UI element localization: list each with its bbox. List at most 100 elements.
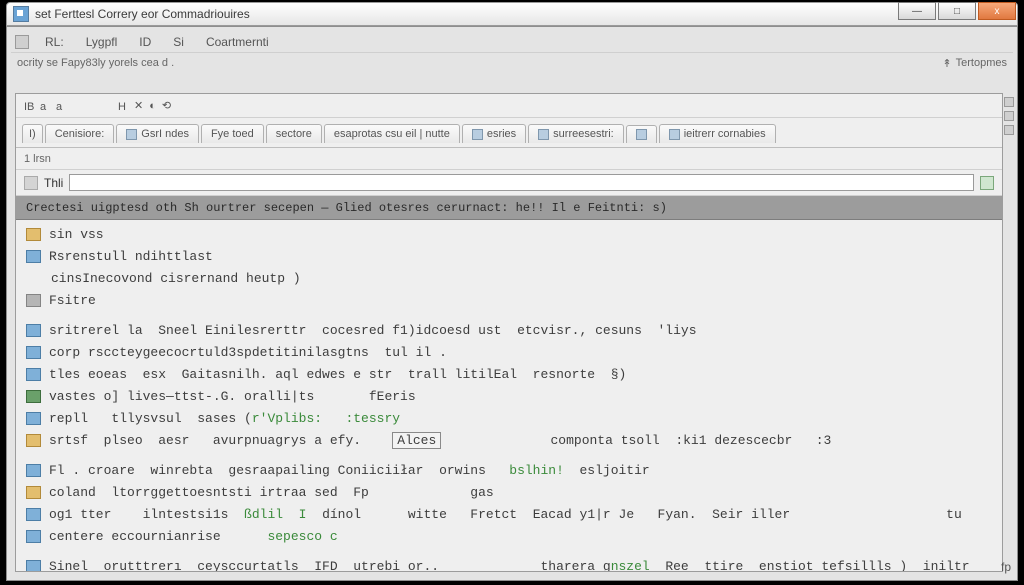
- tab[interactable]: Fye toed: [201, 124, 264, 143]
- file-icon: [26, 464, 41, 477]
- file-icon: [26, 346, 41, 359]
- file-icon: [26, 250, 41, 263]
- tab[interactable]: GsrI ndes: [116, 124, 199, 143]
- search-icon[interactable]: [24, 176, 38, 190]
- list-item[interactable]: sin vss: [16, 224, 1002, 246]
- list-item[interactable]: [16, 548, 1002, 556]
- maximize-button[interactable]: □: [938, 2, 976, 20]
- file-icon: [26, 390, 41, 403]
- tab[interactable]: sectore: [266, 124, 322, 143]
- file-icon: [26, 486, 41, 499]
- close-icon[interactable]: ✕: [134, 99, 143, 112]
- toolbar-button[interactable]: ⟲: [162, 99, 171, 112]
- list-item[interactable]: Rsrenstull ndihttlast: [16, 246, 1002, 268]
- list-item-text: tles eoeas esx Gaitasnilh. aql edwes e s…: [49, 366, 626, 384]
- tab-icon: [669, 129, 680, 140]
- file-icon: [26, 324, 41, 337]
- list-item[interactable]: centere eccournianrise sepesco c: [16, 526, 1002, 548]
- app-icon: [13, 6, 29, 22]
- list-item[interactable]: corp rsccteygeecocrtuld3spdetitinilasgtn…: [16, 342, 1002, 364]
- file-icon: [26, 560, 41, 571]
- tab[interactable]: I): [22, 124, 43, 143]
- toolbar: IB a a H ✕ ◐ ⟲: [16, 94, 1002, 118]
- list-item[interactable]: [16, 452, 1002, 460]
- window-title: set Ferttesl Correry eor Commadriouires: [35, 7, 250, 21]
- menu-item[interactable]: RL:: [39, 34, 70, 50]
- toolbar-button[interactable]: IB: [24, 101, 34, 111]
- file-icon: [26, 294, 41, 307]
- side-button[interactable]: [1004, 125, 1014, 135]
- tab-icon: [538, 129, 549, 140]
- tab[interactable]: ieitrerr cornabies: [659, 124, 776, 143]
- list-item-text: sritrerel la Sneel Einilesrerttr cocesre…: [49, 322, 697, 340]
- minimize-button[interactable]: —: [898, 2, 936, 20]
- list-item-text: corp rsccteygeecocrtuld3spdetitinilasgtn…: [49, 344, 447, 362]
- search-input[interactable]: [69, 174, 974, 191]
- info-left: ocrity se Fapy83ly yorels cea d .: [17, 57, 174, 69]
- toolbar-button[interactable]: ◐: [149, 100, 156, 112]
- file-icon: [26, 508, 41, 521]
- list-item[interactable]: Fl . croare winrebta gesraapailing Conii…: [16, 460, 1002, 482]
- list-item-text: repll tllysvsul sases (r'Vplibs: :tessry: [49, 410, 400, 428]
- screen: set Ferttesl Correry eor Commadriouires …: [0, 0, 1024, 585]
- tab[interactable]: esaprotas csu eil | nutte: [324, 124, 460, 143]
- side-button[interactable]: [1004, 111, 1014, 121]
- tab[interactable]: [626, 125, 657, 143]
- list-item[interactable]: repll tllysvsul sases (r'Vplibs: :tessry: [16, 408, 1002, 430]
- tab[interactable]: surreesestri:: [528, 124, 624, 143]
- menu-item[interactable]: Coartmernti: [200, 34, 275, 50]
- filter-icon[interactable]: [980, 176, 994, 190]
- search-label: Thli: [44, 176, 63, 190]
- toolbar-button[interactable]: a: [40, 101, 50, 111]
- status-corner: fp: [1001, 560, 1011, 574]
- sub-label: 1 lrsn: [24, 153, 51, 165]
- list-item[interactable]: og1 tter ilntestsi1s ßdlil I dínol witte…: [16, 504, 1002, 526]
- file-icon: [26, 434, 41, 447]
- tab[interactable]: Cenisiore:: [45, 124, 115, 143]
- window-controls: — □ x: [898, 2, 1016, 20]
- file-icon: [26, 530, 41, 543]
- menu-item[interactable]: Si: [167, 34, 190, 50]
- toolbar-button[interactable]: a: [56, 101, 66, 111]
- list-item[interactable]: cinsInecovond cisrernand heutp ): [16, 268, 1002, 290]
- title-bar[interactable]: set Ferttesl Correry eor Commadriouires: [6, 2, 1018, 26]
- tab-icon: [636, 129, 647, 140]
- list-item-text: og1 tter ilntestsi1s ßdlil I dínol witte…: [49, 506, 962, 524]
- list-item-text: Sinel orutttrerı ceysccurtatls IFD utreb…: [49, 558, 970, 571]
- menu-item[interactable]: Lygpfl: [80, 34, 124, 50]
- toolbar-button[interactable]: H: [118, 101, 128, 111]
- column-header[interactable]: Crectesi uigptesd oth Sh ourtrer secepen…: [16, 196, 1002, 220]
- list-item-text: cinsInecovond cisrernand heutp ): [51, 270, 301, 288]
- side-button[interactable]: [1004, 97, 1014, 107]
- main-panel: IB a a H ✕ ◐ ⟲ I) Cenisiore: GsrI ndes F…: [15, 93, 1003, 572]
- list-item-text: vastes o] lives—ttst-.G. oralli|ts fEeri…: [49, 388, 416, 406]
- close-button[interactable]: x: [978, 2, 1016, 20]
- list-item[interactable]: vastes o] lives—ttst-.G. oralli|ts fEeri…: [16, 386, 1002, 408]
- list-item[interactable]: sritrerel la Sneel Einilesrerttr cocesre…: [16, 320, 1002, 342]
- list-item-text: centere eccournianrise sepesco c: [49, 528, 338, 546]
- up-arrow-icon: ↟: [942, 57, 951, 70]
- list-item-text: Rsrenstull ndihttlast: [49, 248, 213, 266]
- search-bar: Thli: [16, 170, 1002, 196]
- list-item[interactable]: srtsf plseo aesr avurpnuagrys a efy. Alc…: [16, 430, 1002, 452]
- info-right[interactable]: ↟ Tertopmes: [942, 57, 1007, 70]
- list-item[interactable]: Fsitre: [16, 290, 1002, 312]
- side-toolbar: [1003, 97, 1015, 135]
- file-icon: [26, 228, 41, 241]
- list-item-text: srtsf plseo aesr avurpnuagrys a efy. Alc…: [49, 432, 831, 450]
- list-item-text: coland ltorrggettoesntsti irtraa sed Fp …: [49, 484, 494, 502]
- list-item[interactable]: Sinel orutttrerı ceysccurtatls IFD utreb…: [16, 556, 1002, 571]
- menu-bar: RL: Lygpfl ID Si Coartmernti: [11, 31, 1013, 53]
- menu-icon[interactable]: [15, 35, 29, 49]
- list-item[interactable]: coland ltorrggettoesntsti irtraa sed Fp …: [16, 482, 1002, 504]
- list-item[interactable]: tles eoeas esx Gaitasnilh. aql edwes e s…: [16, 364, 1002, 386]
- menu-item[interactable]: ID: [133, 34, 157, 50]
- list-item[interactable]: [16, 312, 1002, 320]
- list-item-text: sin vss: [49, 226, 104, 244]
- content-list[interactable]: sin vss Rsrenstull ndihttlast cinsInecovon…: [16, 224, 1002, 571]
- tab-icon: [472, 129, 483, 140]
- file-icon: [26, 412, 41, 425]
- file-icon: [26, 368, 41, 381]
- tab-icon: [126, 129, 137, 140]
- tab[interactable]: esries: [462, 124, 526, 143]
